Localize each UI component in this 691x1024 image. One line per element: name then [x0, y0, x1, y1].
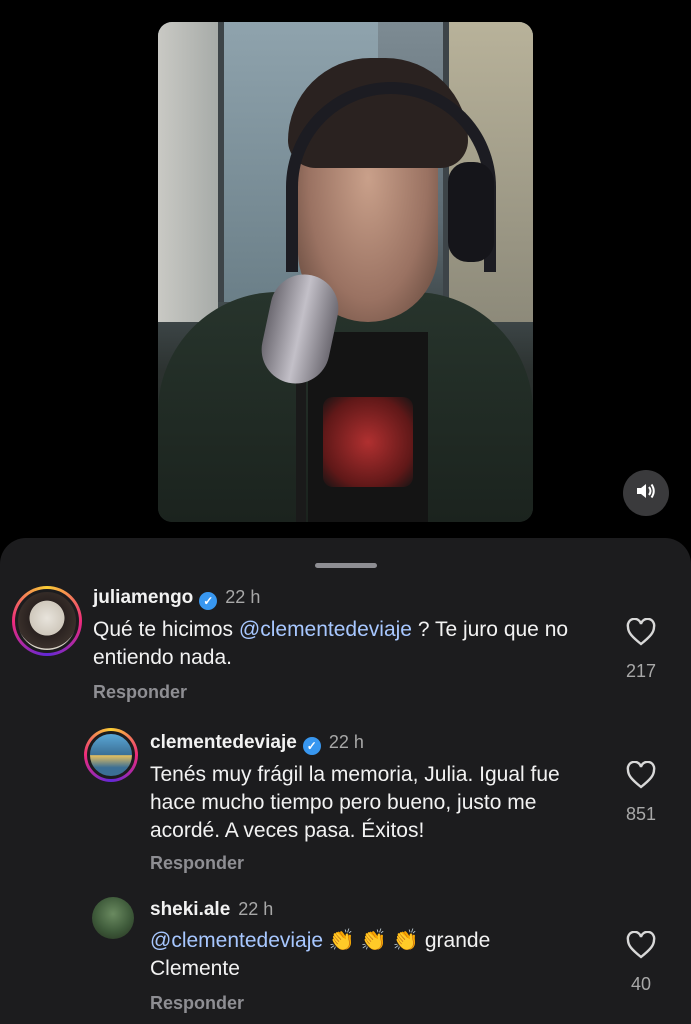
mention-link[interactable]: @clementedeviaje	[150, 929, 323, 952]
like-count: 851	[625, 804, 657, 824]
clapping-emoji: 👏 👏 👏	[328, 929, 420, 952]
like-control[interactable]: 40	[621, 930, 661, 995]
like-count: 217	[625, 661, 657, 681]
headphone-cup	[448, 162, 494, 262]
verified-badge-icon: ✓	[199, 592, 218, 610]
video-player[interactable]	[0, 0, 691, 540]
like-control[interactable]: 217	[621, 617, 661, 682]
speaker-icon	[635, 481, 657, 506]
comment-text-part: Qué te hicimos	[93, 618, 239, 641]
mention-link[interactable]: @clementedeviaje	[239, 618, 412, 641]
comment-time: 22 h	[238, 899, 274, 919]
comments-sheet: juliamengo ✓ 22 h Qué te hicimos @clemente…	[0, 538, 691, 1024]
comment-text: @clementedeviaje 👏 👏 👏 grande Clemente	[150, 927, 570, 983]
comment-username[interactable]: juliamengo ✓ 22 h	[93, 587, 260, 610]
comment-time: 22 h	[225, 587, 261, 607]
like-control[interactable]: 851	[621, 760, 661, 825]
sheet-grabber[interactable]	[315, 563, 377, 568]
heart-outline-icon[interactable]	[626, 930, 656, 963]
comment-text: Tenés muy frágil la memoria, Julia. Igua…	[150, 763, 560, 842]
sound-toggle-button[interactable]	[623, 470, 669, 516]
reply-button[interactable]: Responder	[93, 682, 187, 703]
avatar[interactable]	[12, 586, 82, 656]
avatar[interactable]	[92, 897, 134, 939]
reply-button[interactable]: Responder	[150, 993, 244, 1014]
username-label[interactable]: juliamengo	[93, 587, 193, 608]
comment-username[interactable]: clementedeviaje ✓ 22 h	[150, 732, 364, 755]
username-label[interactable]: sheki.ale	[150, 899, 230, 920]
tshirt-print	[323, 397, 413, 487]
verified-badge-icon: ✓	[302, 737, 321, 755]
reply-button[interactable]: Responder	[150, 853, 244, 874]
comment-time: 22 h	[328, 732, 364, 752]
background-window	[158, 22, 218, 322]
video-frame[interactable]	[158, 22, 533, 522]
heart-outline-icon[interactable]	[626, 760, 656, 793]
comment-text: Qué te hicimos @clementedeviaje ? Te jur…	[93, 616, 583, 672]
comment-username[interactable]: sheki.ale 22 h	[150, 899, 273, 921]
mic-stand	[296, 372, 306, 522]
like-count: 40	[630, 974, 652, 994]
avatar[interactable]	[84, 728, 138, 782]
username-label[interactable]: clementedeviaje	[150, 732, 297, 753]
heart-outline-icon[interactable]	[626, 617, 656, 650]
